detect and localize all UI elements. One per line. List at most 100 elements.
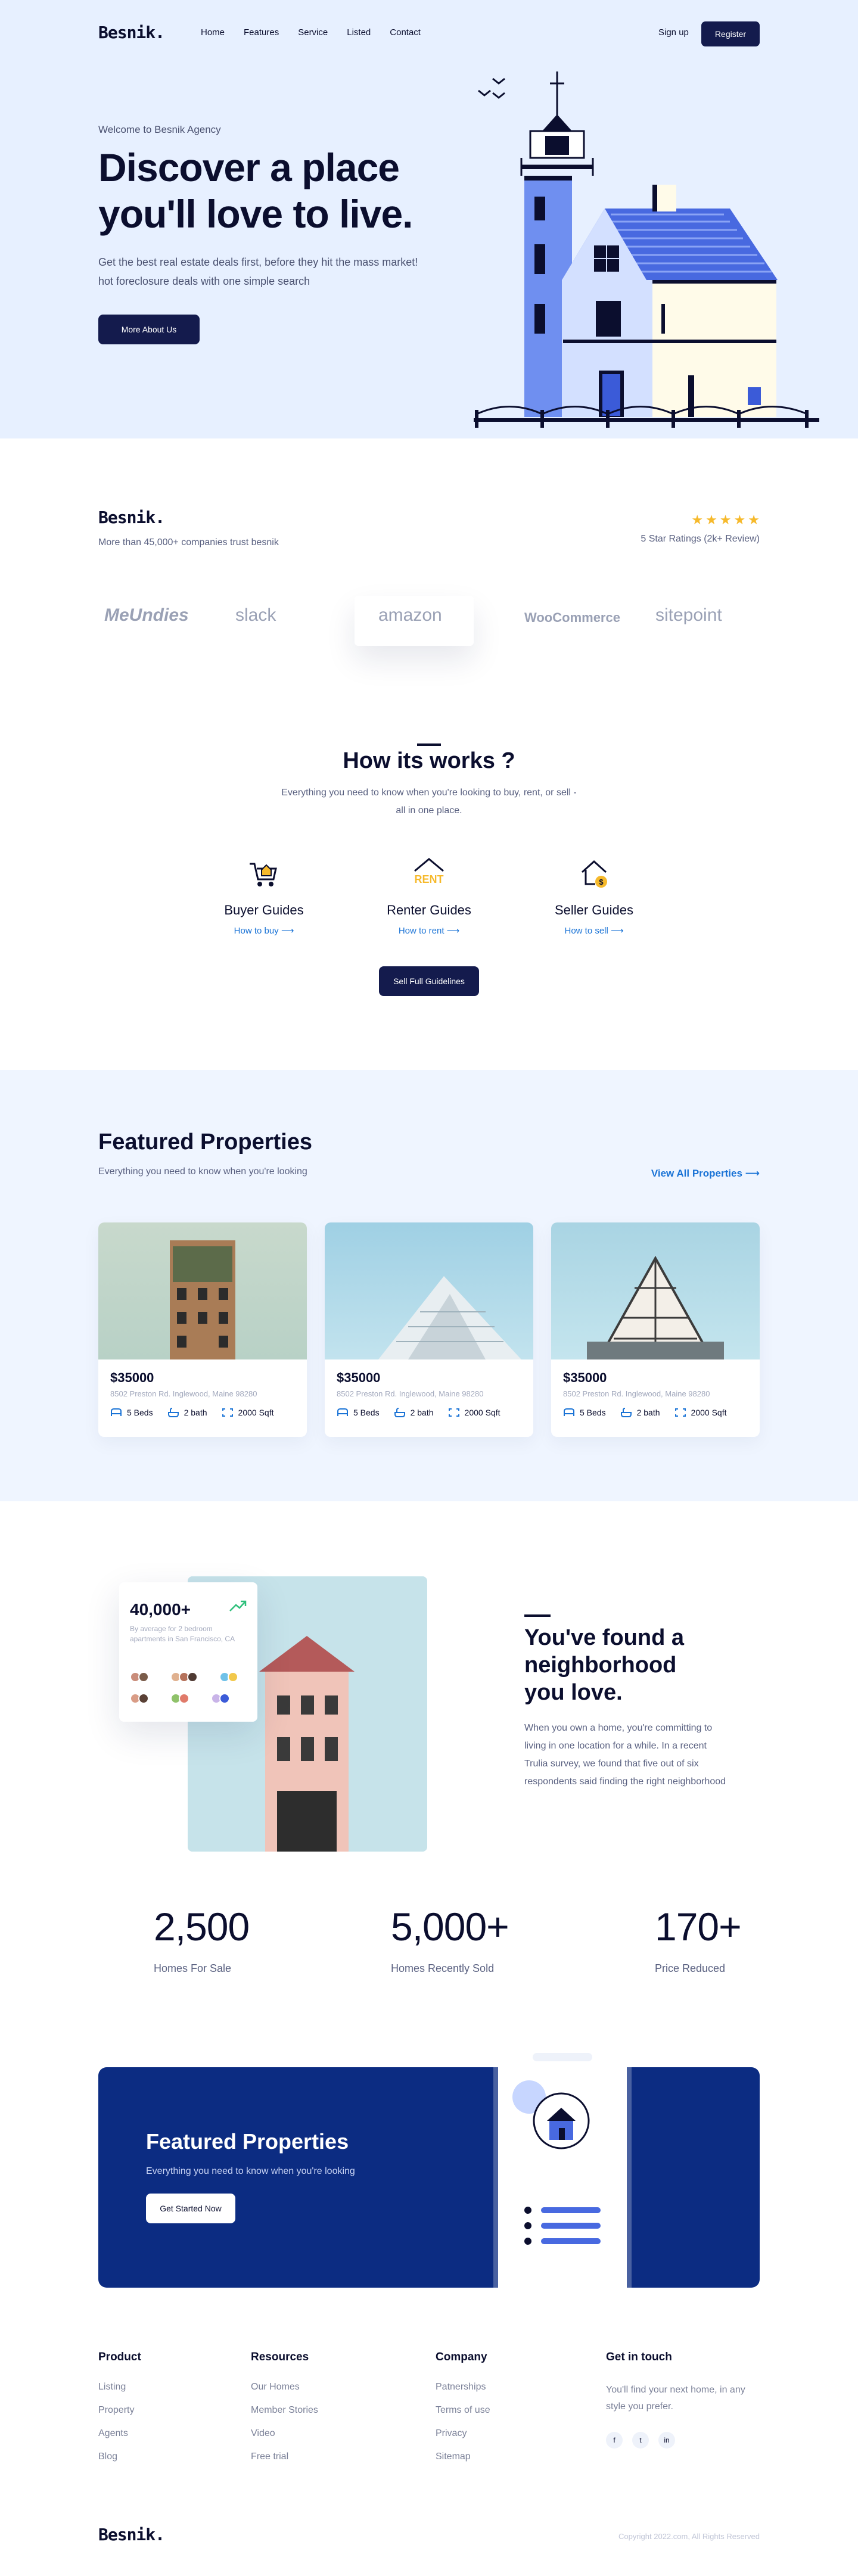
cta-title: Featured Properties	[146, 2129, 349, 2154]
footer-link-privacy[interactable]: Privacy	[436, 2428, 490, 2439]
property-card[interactable]: $35000 8502 Preston Rd. Inglewood, Maine…	[551, 1222, 760, 1437]
signup-link[interactable]: Sign up	[658, 27, 689, 38]
phone-mockup	[498, 2046, 627, 2294]
footer-link-partnerships[interactable]: Patnerships	[436, 2382, 490, 2393]
avatar	[138, 1672, 149, 1682]
brand-amazon-logo: amazon	[378, 605, 442, 625]
property-bath: 2 bath	[636, 1408, 660, 1417]
avatar-groups	[130, 1672, 238, 1682]
footer-heading: Product	[98, 2351, 141, 2363]
footer-link-free-trial[interactable]: Free trial	[251, 2451, 318, 2462]
how-to-sell-link[interactable]: How to sell ⟶	[529, 925, 660, 936]
footer-link-video[interactable]: Video	[251, 2428, 318, 2439]
avatar-group	[170, 1672, 198, 1682]
footer-heading: Resources	[251, 2351, 309, 2363]
bed-icon	[337, 1408, 348, 1416]
register-button[interactable]: Register	[701, 21, 760, 46]
footer-link-our-homes[interactable]: Our Homes	[251, 2382, 318, 2393]
property-price: $35000	[563, 1370, 607, 1385]
trust-logo: Besnik.	[98, 508, 165, 527]
card-description: By average for 2 bedroom apartments in S…	[130, 1625, 235, 1643]
bath-icon	[620, 1408, 632, 1417]
phone-list-row	[524, 2238, 601, 2245]
avatar-groups	[130, 1693, 230, 1704]
footer-link-blog[interactable]: Blog	[98, 2451, 141, 2462]
avatar	[187, 1672, 198, 1682]
section-accent-bar	[417, 743, 441, 746]
svg-text:$: $	[599, 878, 604, 886]
guide-buyer: Buyer Guides How to buy ⟶	[198, 855, 329, 936]
footer-logo[interactable]: Besnik.	[98, 2525, 165, 2544]
footer-link-property[interactable]: Property	[98, 2405, 141, 2416]
rating-text: 5 Star Ratings (2k+ Review)	[641, 534, 760, 544]
featured-subtitle: Everything you need to know when you're …	[98, 1166, 307, 1177]
area-icon	[448, 1408, 459, 1417]
rent-sign-text: RENT	[415, 873, 444, 885]
star-icon: ★	[719, 512, 732, 527]
hero-lighthouse-illustration	[474, 71, 819, 428]
star-icon: ★	[705, 512, 717, 527]
property-meta: 5 Beds 2 bath 2000 Sqft	[337, 1408, 533, 1417]
cta-subtitle: Everything you need to know when you're …	[146, 2166, 355, 2176]
star-icon: ★	[748, 512, 760, 527]
brand-meundies-logo: MeUndies	[104, 605, 189, 625]
footer-link-listing[interactable]: Listing	[98, 2382, 141, 2393]
stat-value: 2,500	[154, 1905, 250, 1949]
house-circle-illustration	[512, 2080, 590, 2149]
how-to-buy-link[interactable]: How to buy ⟶	[198, 925, 329, 936]
phone-list-row	[524, 2207, 601, 2214]
stat-label: Homes For Sale	[154, 1962, 232, 1974]
property-beds: 5 Beds	[580, 1408, 606, 1417]
nav-link-contact[interactable]: Contact	[390, 27, 421, 38]
footer-link-agents[interactable]: Agents	[98, 2428, 141, 2439]
page: Besnik. Home Features Service Listed Con…	[0, 0, 858, 2576]
footer-link-terms[interactable]: Terms of use	[436, 2405, 490, 2416]
stat-label: Price Reduced	[655, 1962, 726, 1974]
property-image	[98, 1222, 307, 1359]
brand-woocommerce-logo: WooCommerce	[524, 610, 620, 625]
nav-link-service[interactable]: Service	[298, 27, 328, 38]
view-all-properties-link[interactable]: View All Properties ⟶	[651, 1168, 760, 1180]
bath-icon	[167, 1408, 179, 1417]
property-area: 2000 Sqft	[691, 1408, 727, 1417]
rent-icon: RENT	[414, 858, 444, 885]
neighborhood-title: You've found a neighborhood you love.	[524, 1625, 685, 1705]
how-to-rent-link[interactable]: How to rent ⟶	[363, 925, 495, 936]
hero-welcome: Welcome to Besnik Agency	[98, 124, 221, 135]
footer-contact-text: You'll find your next home, in any style…	[606, 2385, 745, 2412]
area-icon	[674, 1408, 686, 1417]
property-card[interactable]: $35000 8502 Preston Rd. Inglewood, Maine…	[98, 1222, 307, 1437]
property-bath: 2 bath	[184, 1408, 207, 1417]
more-about-us-button[interactable]: More About Us	[98, 315, 200, 344]
stat-label: Homes Recently Sold	[391, 1962, 495, 1974]
nav-link-home[interactable]: Home	[201, 27, 225, 38]
get-started-button[interactable]: Get Started Now	[146, 2194, 235, 2223]
nav-link-features[interactable]: Features	[244, 27, 279, 38]
nav-link-listed[interactable]: Listed	[347, 27, 371, 38]
property-image	[551, 1222, 760, 1359]
guide-title: Seller Guides	[554, 903, 634, 917]
how-title: How its works ?	[343, 748, 515, 773]
stat-floating-card: 40,000+ By average for 2 bedroom apartme…	[119, 1582, 257, 1722]
linkedin-icon[interactable]: in	[658, 2432, 675, 2449]
property-bath: 2 bath	[410, 1408, 434, 1417]
stat-value: 170+	[655, 1905, 742, 1949]
property-address: 8502 Preston Rd. Inglewood, Maine 98280	[563, 1389, 710, 1398]
brand-sitepoint-logo: sitepoint	[655, 605, 722, 625]
footer-link-sitemap[interactable]: Sitemap	[436, 2451, 490, 2462]
stat-homes-for-sale: 2,500 Homes For Sale	[154, 1904, 250, 1975]
property-card[interactable]: $35000 8502 Preston Rd. Inglewood, Maine…	[325, 1222, 533, 1437]
twitter-icon[interactable]: t	[632, 2432, 649, 2449]
cart-house-icon	[250, 863, 277, 886]
avatar	[179, 1693, 189, 1704]
avatar-group	[211, 1693, 230, 1704]
phone-notch	[533, 2053, 592, 2061]
guide-title: Renter Guides	[387, 903, 471, 917]
featured-title: Featured Properties	[98, 1130, 312, 1155]
sell-full-guidelines-button[interactable]: Sell Full Guidelines	[379, 966, 479, 996]
rating-stars: ★ ★ ★ ★ ★	[691, 512, 760, 528]
footer-link-member-stories[interactable]: Member Stories	[251, 2405, 318, 2416]
nav-logo[interactable]: Besnik.	[98, 23, 165, 42]
footer-col-company: Company Patnerships Terms of use Privacy…	[436, 2351, 490, 2475]
facebook-icon[interactable]: f	[606, 2432, 623, 2449]
